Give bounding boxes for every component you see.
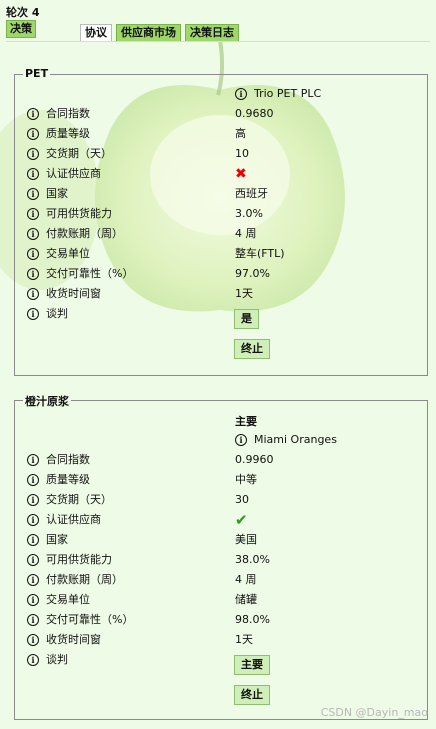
orange-row-contract-index: i 合同指数 <box>27 451 90 469</box>
info-icon[interactable]: i <box>27 574 39 586</box>
orange-supplier-name: Miami Oranges <box>254 433 337 446</box>
pet-country-value: 西班牙 <box>235 187 268 200</box>
info-icon[interactable]: i <box>27 594 39 606</box>
pet-row-negotiate: i 谈判 <box>27 305 68 323</box>
tab-decision[interactable]: 决策 <box>6 20 36 38</box>
info-icon[interactable]: i <box>27 108 39 120</box>
pet-quality-value: 高 <box>235 127 246 140</box>
orange-payment-value: 4 周 <box>235 573 257 586</box>
pet-window-value: 1天 <box>235 287 253 300</box>
info-icon[interactable]: i <box>27 208 39 220</box>
info-icon[interactable]: i <box>27 534 39 546</box>
pet-supplier[interactable]: i Trio PET PLC <box>235 85 321 103</box>
info-icon[interactable]: i <box>27 634 39 646</box>
pet-row-country: i 国家 <box>27 185 68 203</box>
pet-row-lead-time: i 交货期（天） <box>27 145 112 163</box>
pet-supplier-name: Trio PET PLC <box>254 87 322 100</box>
orange-row-unit: i 交易单位 <box>27 591 90 609</box>
info-icon[interactable]: i <box>235 434 247 446</box>
info-icon[interactable]: i <box>27 308 39 320</box>
info-icon[interactable]: i <box>27 268 39 280</box>
orange-header: 主要 <box>235 415 257 428</box>
orange-row-certified: i 认证供应商 <box>27 511 101 529</box>
orange-supplier[interactable]: i Miami Oranges <box>235 431 337 449</box>
round-title: 轮次 4 <box>6 6 40 19</box>
info-icon[interactable]: i <box>27 188 39 200</box>
pet-row-capacity: i 可用供货能力 <box>27 205 112 223</box>
info-icon[interactable]: i <box>27 514 39 526</box>
info-icon[interactable]: i <box>27 614 39 626</box>
tab-divider <box>6 41 430 42</box>
orange-capacity-value: 38.0% <box>235 553 270 566</box>
orange-reliability-value: 98.0% <box>235 613 270 626</box>
pet-reliability-value: 97.0% <box>235 267 270 280</box>
info-icon[interactable]: i <box>27 288 39 300</box>
tab-supplier-market[interactable]: 供应商市场 <box>116 24 181 42</box>
info-icon[interactable]: i <box>235 88 247 100</box>
pet-capacity-value: 3.0% <box>235 207 263 220</box>
cross-icon: ✖ <box>235 166 247 182</box>
orange-panel: 橙汁原浆 主要 i Miami Oranges i 合同指数 0.9960 i 质量等… <box>14 393 428 720</box>
tab-agreement[interactable]: 协议 <box>80 24 112 42</box>
info-icon[interactable]: i <box>27 494 39 506</box>
orange-lead-time-value: 30 <box>235 493 249 506</box>
info-icon[interactable]: i <box>27 248 39 260</box>
info-icon[interactable]: i <box>27 148 39 160</box>
info-icon[interactable]: i <box>27 168 39 180</box>
orange-row-reliability: i 交付可靠性（%） <box>27 611 133 629</box>
info-icon[interactable]: i <box>27 654 39 666</box>
tab-bar: 协议 供应商市场 决策日志 <box>80 24 239 42</box>
orange-row-capacity: i 可用供货能力 <box>27 551 112 569</box>
info-icon[interactable]: i <box>27 128 39 140</box>
orange-row-payment: i 付款账期（周） <box>27 571 123 589</box>
pet-row-quality: i 质量等级 <box>27 125 90 143</box>
pet-row-contract-index: i 合同指数 <box>27 105 90 123</box>
orange-contract-index-value: 0.9960 <box>235 453 274 466</box>
orange-row-quality: i 质量等级 <box>27 471 90 489</box>
orange-unit-value: 储罐 <box>235 593 257 606</box>
orange-window-value: 1天 <box>235 633 253 646</box>
orange-row-window: i 收货时间窗 <box>27 631 101 649</box>
pet-panel-title: PET <box>23 67 51 80</box>
orange-negotiate-button[interactable]: 主要 <box>234 655 270 675</box>
orange-stop-button[interactable]: 终止 <box>234 685 270 705</box>
orange-row-lead-time: i 交货期（天） <box>27 491 112 509</box>
orange-panel-title: 橙汁原浆 <box>23 393 71 409</box>
info-icon[interactable]: i <box>27 228 39 240</box>
orange-row-country: i 国家 <box>27 531 68 549</box>
pet-contract-index-value: 0.9680 <box>235 107 274 120</box>
pet-negotiate-button[interactable]: 是 <box>234 309 259 329</box>
info-icon[interactable]: i <box>27 554 39 566</box>
pet-row-unit: i 交易单位 <box>27 245 90 263</box>
pet-row-certified: i 认证供应商 <box>27 165 101 183</box>
orange-row-negotiate: i 谈判 <box>27 651 68 669</box>
pet-row-window: i 收货时间窗 <box>27 285 101 303</box>
pet-row-reliability: i 交付可靠性（%） <box>27 265 133 283</box>
pet-lead-time-value: 10 <box>235 147 249 160</box>
pet-unit-value: 整车(FTL) <box>235 247 285 260</box>
orange-country-value: 美国 <box>235 533 257 546</box>
check-icon: ✔ <box>235 511 248 529</box>
info-icon[interactable]: i <box>27 454 39 466</box>
info-icon[interactable]: i <box>27 474 39 486</box>
tab-decision-log[interactable]: 决策日志 <box>185 24 239 42</box>
watermark-text: CSDN @Dayin_mao <box>320 706 428 719</box>
orange-quality-value: 中等 <box>235 473 257 486</box>
pet-stop-button[interactable]: 终止 <box>234 339 270 359</box>
pet-row-payment: i 付款账期（周） <box>27 225 123 243</box>
pet-panel: PET i Trio PET PLC i 合同指数 0.9680 i 质量等级 高 i… <box>14 67 428 376</box>
pet-payment-value: 4 周 <box>235 227 257 240</box>
